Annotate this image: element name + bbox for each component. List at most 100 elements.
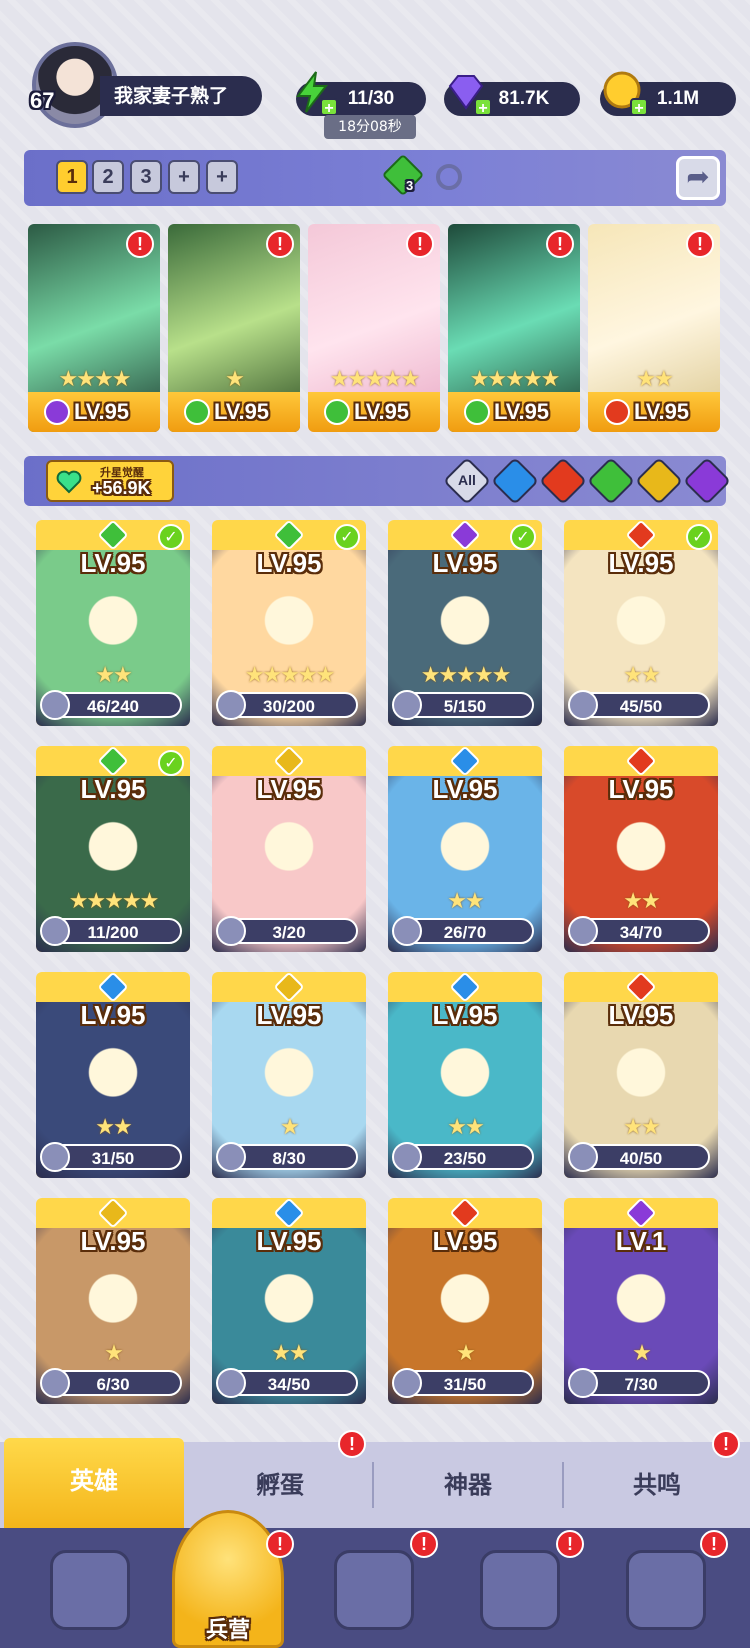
wind-element-icon: [324, 399, 350, 425]
hero-level: LV.95: [256, 548, 322, 578]
hero-stars: ★: [456, 1341, 476, 1366]
hero-card[interactable]: LV.95 ★★ 46/240 ✓: [36, 520, 190, 726]
alert-icon: !: [266, 230, 294, 258]
hero-card[interactable]: LV.95 ★★ 31/50: [36, 972, 190, 1178]
team-tab-1[interactable]: 1: [56, 160, 88, 194]
team-hero-card[interactable]: ★★★★★ LV.95 !: [448, 224, 580, 432]
hero-level: LV.95: [256, 1226, 322, 1256]
fragment-icon: [40, 916, 70, 946]
hero-level: LV.95: [256, 774, 322, 804]
fragment-icon: [216, 916, 246, 946]
hero-level: LV.95: [80, 1000, 146, 1030]
fire-element-icon: [625, 520, 657, 551]
hero-level: LV.95: [80, 1226, 146, 1256]
alert-icon: !: [406, 230, 434, 258]
check-icon: ✓: [158, 524, 184, 550]
hero-level: LV.95: [608, 774, 674, 804]
check-icon: ✓: [158, 750, 184, 776]
fragment-icon: [568, 1368, 598, 1398]
fire-element-icon: [449, 1198, 481, 1229]
cards-icon[interactable]: [50, 1550, 130, 1630]
hero-level: LV.95: [432, 1000, 498, 1030]
hero-card[interactable]: LV.95 ★ 6/30: [36, 1198, 190, 1404]
team-hero-card[interactable]: ★★ LV.95 !: [588, 224, 720, 432]
team-tab-2[interactable]: 2: [92, 160, 124, 194]
mushroom-icon[interactable]: [626, 1550, 706, 1630]
player-name[interactable]: 我家妻子熟了: [100, 76, 262, 116]
team-hero-card[interactable]: ★ LV.95 !: [168, 224, 300, 432]
team-hero-card[interactable]: ★★★★ LV.95 !: [28, 224, 160, 432]
fragment-icon: [392, 690, 422, 720]
fire-element-icon: [625, 972, 657, 1003]
hero-stars: ★★: [447, 889, 484, 914]
alert-icon: !: [410, 1530, 438, 1558]
add-energy-icon[interactable]: +: [320, 98, 338, 117]
hero-card[interactable]: LV.95 ★★ 23/50: [388, 972, 542, 1178]
fragment-icon: [392, 1142, 422, 1172]
hero-stars: ★★★★: [58, 367, 132, 392]
add-coins-icon[interactable]: +: [630, 98, 648, 117]
hero-level: LV.95: [432, 1226, 498, 1256]
fragment-icon: [40, 690, 70, 720]
light-element-icon: [273, 746, 305, 777]
fragment-icon: [40, 1142, 70, 1172]
hero-card[interactable]: LV.1 ★ 7/30: [564, 1198, 718, 1404]
hero-card[interactable]: LV.95 ★★ 40/50: [564, 972, 718, 1178]
hero-card[interactable]: LV.95 ★ 31/50: [388, 1198, 542, 1404]
hero-card[interactable]: LV.95 ★★ 34/70: [564, 746, 718, 952]
hero-card[interactable]: LV.95 ★★ 45/50 ✓: [564, 520, 718, 726]
team-hero-card[interactable]: ★★★★★ LV.95 !: [308, 224, 440, 432]
check-icon: ✓: [510, 524, 536, 550]
water-element-icon: [97, 972, 129, 1003]
hero-stars: ★★: [623, 889, 660, 914]
fragment-icon: [568, 690, 598, 720]
hero-stars: ★: [632, 1341, 652, 1366]
check-icon: ✓: [686, 524, 712, 550]
hero-card[interactable]: LV.95 ★★★★★ 5/150 ✓: [388, 520, 542, 726]
fragment-icon: [216, 1142, 246, 1172]
hero-level: LV.95: [432, 774, 498, 804]
hero-level: LV.95: [432, 548, 498, 578]
water-element-icon: [449, 972, 481, 1003]
wind-element-icon: [184, 399, 210, 425]
hero-level: LV.95: [608, 548, 674, 578]
water-element-icon: [273, 1198, 305, 1229]
wind-element-icon: [464, 399, 490, 425]
wind-element-icon: [97, 746, 129, 777]
team-tab-add-2[interactable]: +: [206, 160, 238, 194]
add-gems-icon[interactable]: +: [474, 98, 492, 117]
awaken-button[interactable]: 升星觉醒 +56.9K: [46, 460, 174, 502]
magnifier-icon[interactable]: [436, 164, 462, 190]
hero-card[interactable]: LV.95 ★★★★★ 11/200 ✓: [36, 746, 190, 952]
team-tab-add-1[interactable]: +: [168, 160, 200, 194]
awaken-value: +56.9K: [92, 478, 151, 498]
alert-icon: !: [686, 230, 714, 258]
team-tab-3[interactable]: 3: [130, 160, 162, 194]
fragment-icon: [568, 1142, 598, 1172]
hero-card[interactable]: LV.95 ★★ 34/50: [212, 1198, 366, 1404]
diamond-icon: +: [444, 70, 492, 117]
hero-card[interactable]: LV.95 ★★ 26/70: [388, 746, 542, 952]
shop-icon[interactable]: [480, 1550, 560, 1630]
fragment-icon: [40, 1368, 70, 1398]
fire-element-icon: [625, 746, 657, 777]
hero-card[interactable]: LV.95 ★ 8/30: [212, 972, 366, 1178]
fragment-icon: [392, 1368, 422, 1398]
hero-card[interactable]: LV.95 ★★★★★ 30/200 ✓: [212, 520, 366, 726]
share-icon[interactable]: ➦: [676, 156, 720, 200]
tab-heroes[interactable]: 英雄: [4, 1438, 184, 1528]
hero-level: LV.95: [256, 1000, 322, 1030]
hero-stars: ★★★★★: [244, 663, 336, 688]
map-icon[interactable]: [334, 1550, 414, 1630]
wind-element-icon: [97, 520, 129, 551]
hero-card[interactable]: LV.95 3/20: [212, 746, 366, 952]
tab-artifacts[interactable]: 神器: [374, 1442, 562, 1528]
water-element-icon: [449, 746, 481, 777]
check-icon: ✓: [334, 524, 360, 550]
hero-stars: ★★★★★: [68, 889, 160, 914]
hero-stars: ★★★★★: [469, 367, 561, 392]
coin-icon: +: [600, 70, 648, 117]
alert-icon: !: [556, 1530, 584, 1558]
filter-all-label: All: [458, 472, 476, 488]
alert-icon: !: [338, 1430, 366, 1458]
